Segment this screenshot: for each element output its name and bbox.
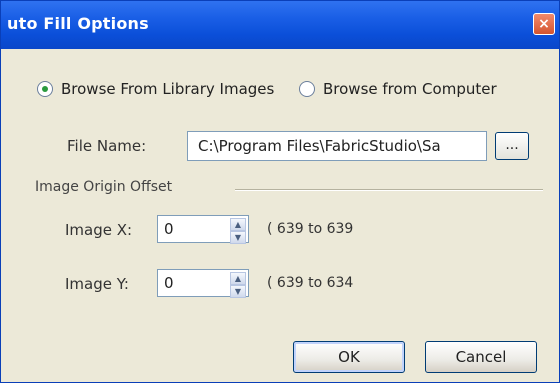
image-x-spinner[interactable]: 0 ▲ ▼ [157, 215, 249, 244]
image-x-range: ( 639 to 639 [267, 221, 354, 237]
dialog-title: uto Fill Options [7, 14, 149, 33]
cancel-button[interactable]: Cancel [425, 341, 537, 373]
browse-button[interactable]: ... [495, 132, 529, 160]
image-x-spin-arrows[interactable]: ▲ ▼ [230, 218, 246, 244]
image-x-label: Image X: [65, 221, 133, 239]
spin-down-icon[interactable]: ▼ [230, 285, 246, 298]
ok-button[interactable]: OK [293, 341, 405, 373]
dialog-body: Browse From Library Images Browse from C… [1, 49, 559, 382]
title-bar[interactable]: uto Fill Options × [1, 1, 559, 49]
image-y-value[interactable]: 0 [164, 274, 174, 292]
radio-unselected-icon[interactable] [299, 81, 315, 97]
spin-up-icon[interactable]: ▲ [230, 272, 246, 285]
image-y-spinner[interactable]: 0 ▲ ▼ [157, 269, 249, 298]
spin-up-icon[interactable]: ▲ [230, 218, 246, 231]
close-button[interactable]: × [533, 13, 555, 35]
file-name-input[interactable]: C:\Program Files\FabricStudio\Sa [187, 131, 487, 161]
image-y-label: Image Y: [65, 275, 129, 293]
auto-fill-options-dialog: uto Fill Options × Browse From Library I… [0, 0, 560, 383]
spin-down-icon[interactable]: ▼ [230, 231, 246, 244]
group-divider [235, 189, 543, 191]
image-x-value[interactable]: 0 [164, 220, 174, 238]
image-origin-offset-label: Image Origin Offset [35, 179, 173, 195]
radio-computer-label: Browse from Computer [323, 80, 497, 98]
radio-library-images[interactable]: Browse From Library Images [37, 80, 274, 98]
image-y-range: ( 639 to 634 [267, 275, 354, 291]
radio-computer[interactable]: Browse from Computer [299, 80, 497, 98]
image-y-spin-arrows[interactable]: ▲ ▼ [230, 272, 246, 298]
radio-selected-icon[interactable] [37, 81, 53, 97]
file-name-label: File Name: [67, 137, 147, 155]
radio-library-label: Browse From Library Images [61, 80, 275, 98]
